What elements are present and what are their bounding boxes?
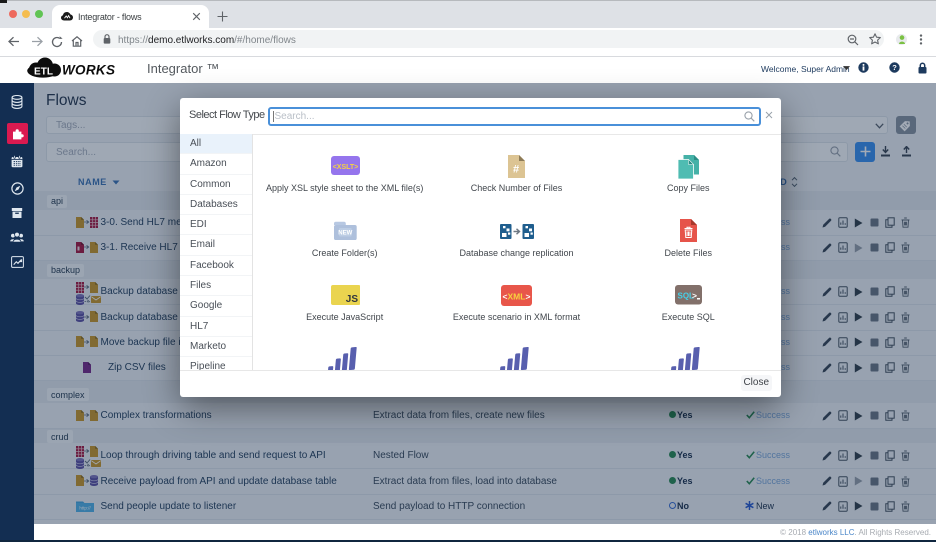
svg-text:JS: JS <box>345 294 358 305</box>
svg-text:?: ? <box>892 63 897 72</box>
svg-text:NEW: NEW <box>338 231 352 237</box>
svg-text:ETL: ETL <box>34 66 53 77</box>
svg-text:>: > <box>692 291 697 301</box>
svg-text:WORKS: WORKS <box>62 62 115 77</box>
svg-text:#: # <box>513 164 519 176</box>
svg-text:<XSLT>: <XSLT> <box>333 164 359 171</box>
svg-text:<XML>: <XML> <box>503 291 531 301</box>
